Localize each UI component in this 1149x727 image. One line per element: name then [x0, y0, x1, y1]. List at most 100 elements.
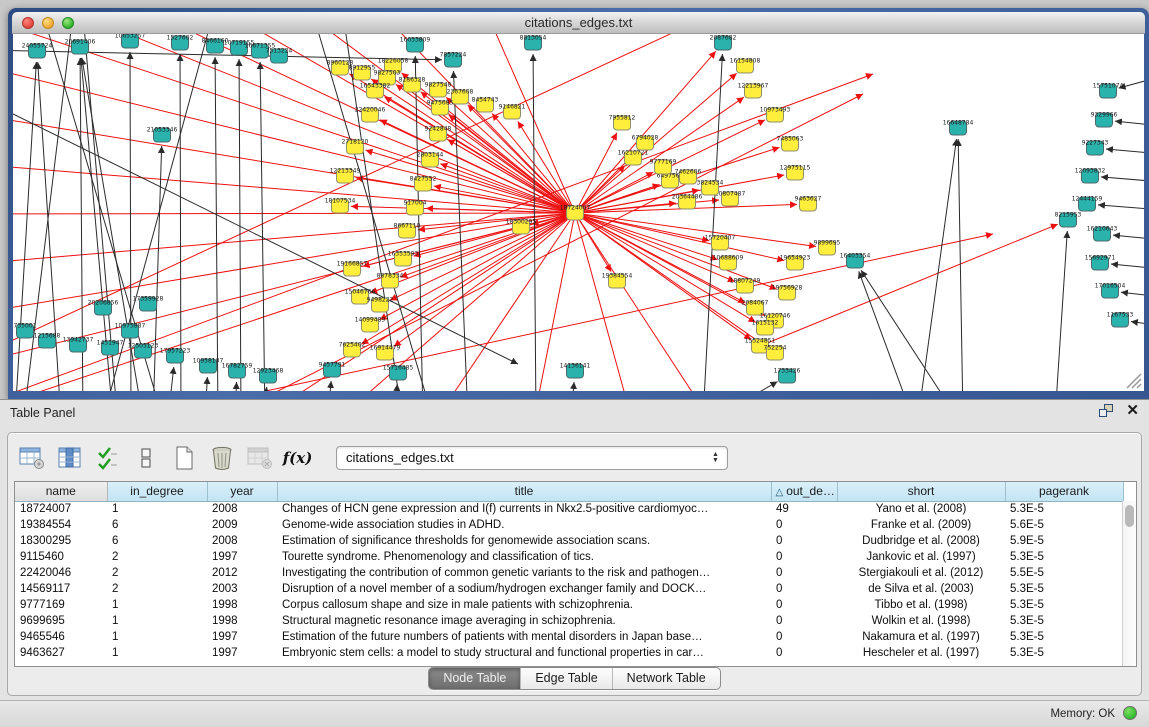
table-cell[interactable]: 5.9E-5: [1005, 533, 1123, 549]
table-cell[interactable]: 1997: [207, 549, 277, 565]
graph-node[interactable]: 10975887: [115, 323, 146, 339]
table-row[interactable]: 911546021997Tourette syndrome. Phenomeno…: [15, 549, 1123, 565]
table-cell[interactable]: 0: [771, 533, 837, 549]
graph-node[interactable]: 1527602: [167, 35, 194, 51]
table-cell[interactable]: 9699695: [15, 613, 107, 629]
graph-node[interactable]: 7513224: [266, 48, 293, 64]
table-cell[interactable]: Nakamura et al. (1997): [837, 629, 1005, 645]
graph-node[interactable]: 16648784: [943, 120, 974, 136]
table-cell[interactable]: 1998: [207, 597, 277, 613]
rows-icon[interactable]: [132, 445, 159, 472]
graph-node[interactable]: 8813054: [520, 35, 547, 51]
table-cell[interactable]: 1: [107, 613, 207, 629]
graph-node[interactable]: 8878334: [377, 273, 404, 289]
graph-node[interactable]: 18107534: [325, 198, 356, 214]
table-cell[interactable]: Embryonic stem cells: a model to study s…: [277, 645, 771, 661]
graph-node[interactable]: 19166857: [337, 261, 368, 277]
table-cell[interactable]: 6: [107, 533, 207, 549]
graph-node[interactable]: 7857224: [440, 52, 467, 68]
table-cell[interactable]: 0: [771, 597, 837, 613]
graph-node[interactable]: 14136141: [560, 363, 591, 379]
table-cell[interactable]: 5.3E-5: [1005, 629, 1123, 645]
table-cell[interactable]: 49: [771, 501, 837, 517]
column-header-short[interactable]: short: [837, 482, 1005, 501]
table-cell[interactable]: 5.3E-5: [1005, 549, 1123, 565]
table-selector-dropdown[interactable]: citations_edges.txt ▲▼: [336, 446, 728, 470]
table-row[interactable]: 977716911998Corpus callosum shape and si…: [15, 597, 1123, 613]
graph-node[interactable]: 17016504: [1095, 283, 1126, 299]
graph-node[interactable]: 12923468: [253, 368, 284, 384]
table-cell[interactable]: 6: [107, 517, 207, 533]
resize-grip[interactable]: [1127, 374, 1141, 388]
graph-node[interactable]: 16353593: [388, 251, 419, 267]
graph-node[interactable]: 1167533: [1107, 312, 1134, 328]
graph-node[interactable]: 1733426: [774, 368, 801, 384]
table-cell[interactable]: 9115460: [15, 549, 107, 565]
graph-node[interactable]: 16543382: [360, 83, 391, 99]
table-cell[interactable]: 18724007: [15, 501, 107, 517]
table-cell[interactable]: 1998: [207, 613, 277, 629]
table-cell[interactable]: Dudbridge et al. (2008): [837, 533, 1005, 549]
table-row[interactable]: 2242004622012Investigating the contribut…: [15, 565, 1123, 581]
table-cell[interactable]: 0: [771, 549, 837, 565]
table-cell[interactable]: de Silva et al. (2003): [837, 581, 1005, 597]
table-cell[interactable]: Estimation of significance thresholds fo…: [277, 533, 771, 549]
table-cell[interactable]: 5.3E-5: [1005, 501, 1123, 517]
table-cell[interactable]: 22420046: [15, 565, 107, 581]
graph-node[interactable]: 1451947: [97, 340, 124, 356]
table-scrollbar[interactable]: [1122, 501, 1136, 666]
graph-node[interactable]: 9899695: [814, 240, 841, 256]
row-select-checks-icon[interactable]: [94, 445, 121, 472]
graph-node[interactable]: 15716485: [383, 365, 414, 381]
table-cell[interactable]: 5.6E-5: [1005, 517, 1123, 533]
column-header-title[interactable]: title: [277, 482, 771, 501]
table-cell[interactable]: 0: [771, 645, 837, 661]
table-cell[interactable]: Franke et al. (2009): [837, 517, 1005, 533]
graph-node[interactable]: 2087682: [710, 35, 737, 51]
table-cell[interactable]: 0: [771, 581, 837, 597]
table-row[interactable]: 946362711997Embryonic stem cells: a mode…: [15, 645, 1123, 661]
graph-node[interactable]: 14099489: [355, 317, 386, 333]
table-cell[interactable]: Genome-wide association studies in ADHD.: [277, 517, 771, 533]
table-cell[interactable]: 5.5E-5: [1005, 565, 1123, 581]
table-cell[interactable]: Disruption of a novel member of a sodium…: [277, 581, 771, 597]
table-cell[interactable]: 1: [107, 645, 207, 661]
function-builder-icon[interactable]: f(x): [284, 445, 311, 472]
table-cell[interactable]: 9777169: [15, 597, 107, 613]
graph-node[interactable]: 12975115: [780, 165, 811, 181]
graph-node[interactable]: 18300295: [506, 219, 537, 235]
column-select-icon[interactable]: [56, 445, 83, 472]
table-cell[interactable]: Investigating the contribution of common…: [277, 565, 771, 581]
table-cell[interactable]: Structural magnetic resonance image aver…: [277, 613, 771, 629]
graph-node[interactable]: 16782759: [222, 363, 253, 379]
close-panel-icon[interactable]: ✕: [1126, 404, 1139, 418]
graph-node[interactable]: 16033809: [400, 37, 431, 53]
table-row[interactable]: 1938455462009Genome-wide association stu…: [15, 517, 1123, 533]
network-canvas[interactable]: 2405572420691406106532571527602846616010…: [13, 34, 1144, 391]
table-cell[interactable]: 1: [107, 597, 207, 613]
graph-node[interactable]: 15720407: [705, 235, 736, 251]
table-cell[interactable]: Changes of HCN gene expression and I(f) …: [277, 501, 771, 517]
table-cell[interactable]: 1: [107, 629, 207, 645]
graph-node[interactable]: 15751074: [1093, 83, 1124, 99]
table-cell[interactable]: 2: [107, 581, 207, 597]
column-header-out_de[interactable]: △out_de…: [771, 482, 837, 501]
table-cell[interactable]: Estimation of the future numbers of pati…: [277, 629, 771, 645]
table-cell[interactable]: 2: [107, 565, 207, 581]
column-header-name[interactable]: name: [15, 482, 107, 501]
table-cell[interactable]: 1: [107, 501, 207, 517]
graph-node[interactable]: 6794028: [632, 135, 659, 151]
graph-node[interactable]: 17359928: [133, 296, 164, 312]
table-cell[interactable]: 0: [771, 565, 837, 581]
graph-node[interactable]: 19384554: [602, 273, 633, 289]
graph-node[interactable]: 9146821: [499, 104, 526, 120]
table-row[interactable]: 1872400712008Changes of HCN gene express…: [15, 501, 1123, 517]
float-panel-icon[interactable]: [1099, 404, 1114, 418]
table-cell[interactable]: 5.3E-5: [1005, 581, 1123, 597]
graph-node[interactable]: 20206856: [88, 300, 119, 316]
table-cell[interactable]: 2009: [207, 517, 277, 533]
graph-node[interactable]: 10807487: [715, 191, 746, 207]
graph-node[interactable]: 8667110: [394, 223, 421, 239]
table-cell[interactable]: 18300295: [15, 533, 107, 549]
column-header-in_degree[interactable]: in_degree: [107, 482, 207, 501]
